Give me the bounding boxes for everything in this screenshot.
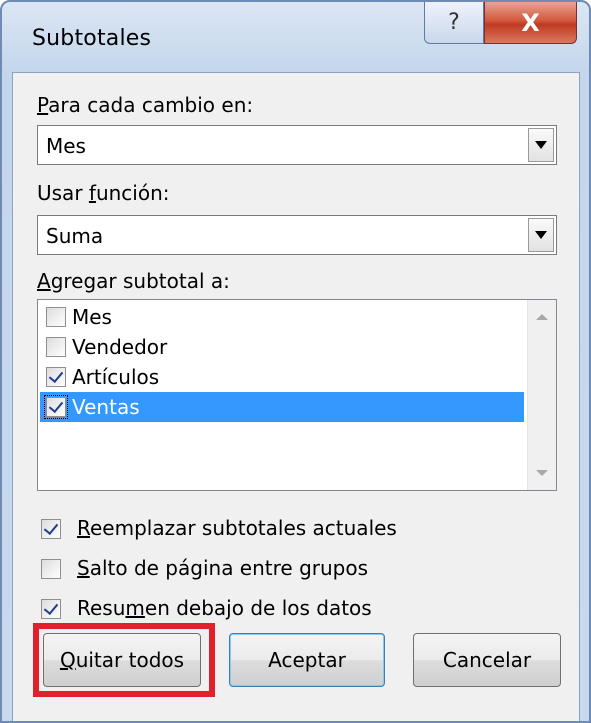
function-label-rest: unción: <box>95 181 170 205</box>
function-dropdown-button[interactable] <box>528 218 554 252</box>
dialog-body: Para cada cambio en: Mes Usar función: S… <box>12 72 580 721</box>
option-page-break[interactable]: Salto de página entre grupos <box>37 555 537 585</box>
group-by-label: Para cada cambio en: <box>37 93 253 117</box>
option-label-accel: m <box>125 596 145 620</box>
checkbox-summary-below[interactable] <box>41 599 61 619</box>
highlight-annotation <box>33 623 215 697</box>
function-dropdown[interactable]: Suma <box>37 215 557 255</box>
option-label-rest: en debajo de los datos <box>144 596 372 620</box>
function-label-prefix: Usar <box>37 181 89 205</box>
subtotal-list-label-accel: A <box>37 269 51 293</box>
help-button[interactable]: ? <box>424 2 484 44</box>
option-label-accel: S <box>77 556 90 580</box>
group-by-label-rest: ara cada cambio en: <box>48 93 254 117</box>
checkbox-vendedor[interactable] <box>46 337 66 357</box>
chevron-down-icon <box>535 141 547 149</box>
list-item-mes[interactable]: Mes <box>40 302 524 332</box>
checkbox-replace-subtotals[interactable] <box>41 519 61 539</box>
help-icon: ? <box>448 10 460 35</box>
list-item-vendedor[interactable]: Vendedor <box>40 332 524 362</box>
list-item-label: Vendedor <box>72 335 168 359</box>
close-button[interactable]: X <box>484 2 577 44</box>
close-icon: X <box>521 8 540 37</box>
list-item-ventas[interactable]: Ventas <box>40 392 524 422</box>
checkbox-articulos[interactable] <box>46 367 66 387</box>
dialog-title: Subtotales <box>32 26 152 51</box>
accept-button[interactable]: Aceptar <box>229 633 385 687</box>
function-value: Suma <box>46 224 104 248</box>
subtotales-dialog: Subtotales ? X Para cada cambio en: Mes … <box>0 0 591 723</box>
checkbox-mes[interactable] <box>46 307 66 327</box>
group-by-value: Mes <box>46 134 86 158</box>
function-label-accel: f <box>88 181 96 205</box>
subtotal-list-label: Agregar subtotal a: <box>37 269 230 293</box>
title-bar[interactable]: Subtotales ? X <box>2 2 589 72</box>
option-label-rest: eemplazar subtotales actuales <box>90 516 397 540</box>
option-label-rest: alto de página entre grupos <box>89 556 369 580</box>
option-page-break-label: Salto de página entre grupos <box>77 556 368 580</box>
checkbox-page-break[interactable] <box>41 559 61 579</box>
option-summary-below[interactable]: Resumen debajo de los datos <box>37 595 537 625</box>
scroll-down-icon[interactable] <box>536 470 548 476</box>
list-item-label: Mes <box>72 305 112 329</box>
list-item-articulos[interactable]: Artículos <box>40 362 524 392</box>
group-by-label-accel: P <box>37 93 49 117</box>
group-by-dropdown[interactable]: Mes <box>37 125 557 165</box>
scroll-up-icon[interactable] <box>536 314 548 320</box>
list-item-label: Artículos <box>72 365 160 389</box>
list-item-label: Ventas <box>72 395 140 419</box>
subtotal-list-label-rest: gregar subtotal a: <box>50 269 230 293</box>
subtotal-listbox[interactable]: Mes Vendedor Artículos Ventas <box>37 299 557 491</box>
option-replace-subtotals-label: Reemplazar subtotales actuales <box>77 516 397 540</box>
chevron-down-icon <box>535 231 547 239</box>
checkbox-ventas[interactable] <box>44 395 68 419</box>
option-replace-subtotals[interactable]: Reemplazar subtotales actuales <box>37 515 537 545</box>
listbox-scrollbar[interactable] <box>527 300 556 490</box>
option-label-prefix: Resu <box>77 596 126 620</box>
option-summary-below-label: Resumen debajo de los datos <box>77 596 372 620</box>
function-label: Usar función: <box>37 181 170 205</box>
cancel-button[interactable]: Cancelar <box>413 633 561 687</box>
group-by-dropdown-button[interactable] <box>528 128 554 162</box>
option-label-accel: R <box>77 516 90 540</box>
